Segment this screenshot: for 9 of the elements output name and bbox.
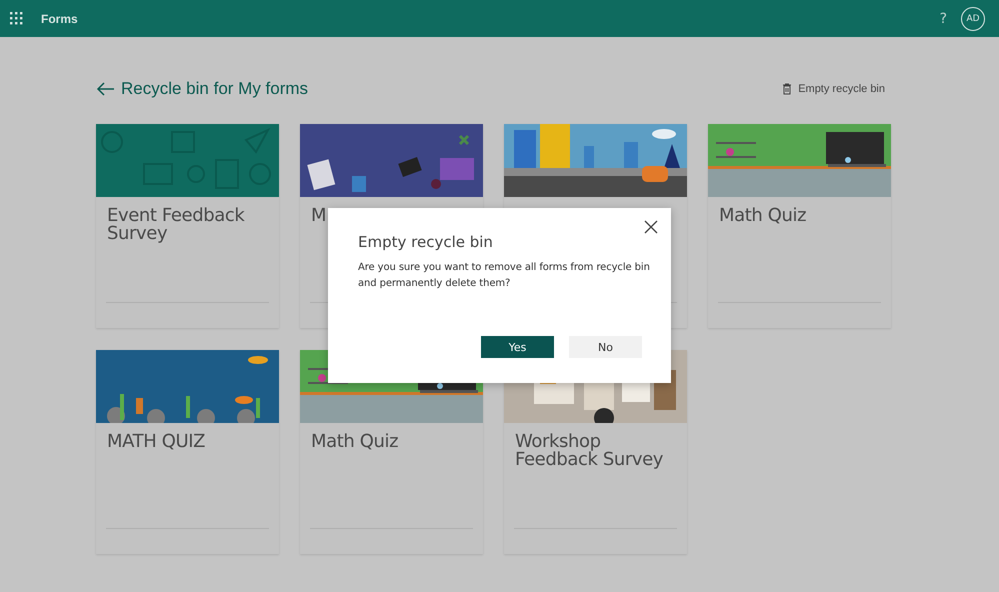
app-title: Forms [41, 12, 79, 26]
form-title: Workshop Feedback Survey [514, 430, 664, 469]
form-title: MATH QUIZ [106, 430, 206, 451]
form-title: M [310, 204, 328, 225]
dialog-title: Empty recycle bin [358, 233, 494, 251]
dialog-message: Are you sure you want to remove all forms from recycle bin and permanently delete them? [358, 261, 651, 291]
form-title: Math Quiz [718, 204, 808, 225]
form-title: Math Quiz [310, 430, 400, 451]
form-title: Event Feedback Survey [106, 204, 246, 243]
